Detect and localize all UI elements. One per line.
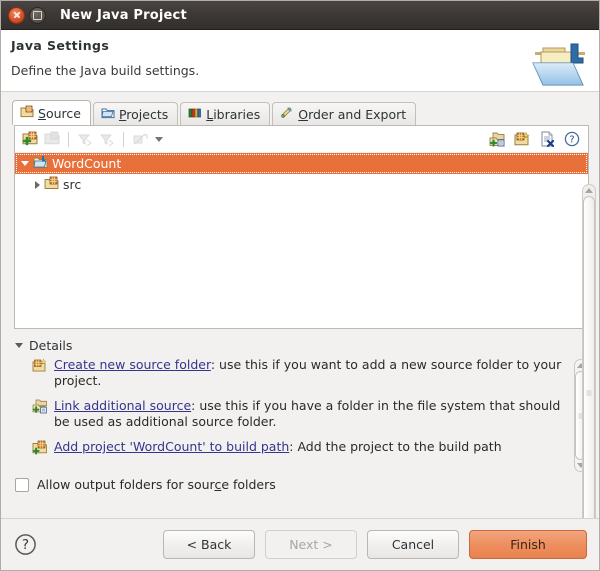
detail-create-new-source-folder: Create new source folder: use this if yo… [14, 357, 589, 389]
tabstrip: Source Projects Libraries Order and Expo… [9, 100, 599, 125]
window-title: New Java Project [60, 7, 187, 23]
tab-libraries-label: Libraries [206, 106, 261, 122]
chevron-down-icon[interactable] [21, 161, 29, 166]
detail-link-additional-source: Link additional source: use this if you … [14, 398, 589, 430]
allow-output-folders-label: Allow output folders for source folders [37, 477, 276, 492]
tab-libraries[interactable]: Libraries [180, 102, 271, 125]
toolbar-help-button[interactable]: ? [562, 129, 582, 149]
detail-text: Create new source folder: use this if yo… [54, 357, 567, 389]
dialog-scrollbar[interactable] [582, 184, 596, 570]
tree-node-src[interactable]: src [15, 174, 588, 195]
projects-icon [101, 106, 115, 122]
source-folder-icon [20, 105, 34, 121]
tab-projects[interactable]: Projects [92, 102, 179, 125]
link-additional-source-link[interactable]: Link additional source [54, 398, 191, 413]
new-java-project-dialog: New Java Project Java Settings Define th… [0, 0, 600, 571]
details-label: Details [29, 338, 73, 353]
add-project-to-build-path-link[interactable]: Add project 'WordCount' to build path [54, 439, 289, 454]
build-path-panel: ? WordCount src [14, 125, 589, 329]
tree-node-label: src [63, 177, 82, 192]
close-icon[interactable] [8, 6, 25, 24]
tab-source[interactable]: Source [12, 100, 91, 125]
tab-order-and-export[interactable]: Order and Export [272, 102, 417, 125]
link-additional-source-icon [32, 399, 48, 415]
add-exclusion-filter-button [97, 129, 117, 149]
maximize-icon[interactable] [29, 6, 46, 24]
finish-button[interactable]: Finish [469, 530, 587, 559]
detail-text: Add project 'WordCount' to build path: A… [54, 439, 502, 456]
detail-description: : Add the project to the build path [289, 439, 502, 454]
toolbar-menu-arrow[interactable] [155, 136, 163, 142]
build-path-tree[interactable]: WordCount src [15, 153, 588, 195]
dialog-body: Source Projects Libraries Order and Expo… [1, 92, 599, 570]
detail-add-project-to-build-path: Add project 'WordCount' to build path: A… [14, 439, 589, 456]
add-inclusion-filter-button [75, 129, 95, 149]
tab-order-and-export-label: Order and Export [298, 106, 407, 122]
tree-node-label: WordCount [52, 156, 122, 171]
toolbar-separator [68, 131, 69, 147]
add-folder-button[interactable] [20, 129, 40, 149]
chevron-down-icon[interactable] [15, 343, 23, 348]
back-button[interactable]: < Back [163, 530, 255, 559]
wizard-header: Java Settings Define the Java build sett… [1, 30, 599, 92]
page-title: Java Settings [11, 38, 110, 53]
scroll-up-icon[interactable] [585, 188, 593, 193]
svg-text:?: ? [21, 537, 28, 553]
edit-folder-button [42, 129, 62, 149]
tab-source-label: Source [38, 105, 81, 121]
chevron-right-icon[interactable] [35, 180, 40, 189]
order-export-icon [280, 106, 294, 122]
detail-text: Link additional source: use this if you … [54, 398, 567, 430]
allow-output-folders-row[interactable]: Allow output folders for source folders [15, 477, 599, 492]
dialog-scrollbar-thumb[interactable] [583, 196, 595, 570]
scrollbar-grip-icon [586, 389, 592, 397]
create-source-folder-icon [32, 358, 48, 374]
svg-text:?: ? [569, 135, 574, 146]
cancel-button[interactable]: Cancel [367, 530, 459, 559]
link-source-button[interactable] [487, 129, 507, 149]
allow-output-folders-checkbox[interactable] [15, 477, 29, 492]
help-icon[interactable]: ? [13, 533, 37, 557]
create-new-source-folder-link[interactable]: Create new source folder [54, 357, 211, 372]
tree-node-wordcount[interactable]: WordCount [15, 153, 588, 174]
libraries-icon [188, 106, 202, 122]
toolbar-separator [123, 131, 124, 147]
window-titlebar: New Java Project [1, 1, 599, 30]
tab-projects-label: Projects [118, 106, 169, 122]
java-project-icon [33, 155, 48, 172]
build-path-toolbar: ? [15, 126, 588, 153]
details-list: Create new source folder: use this if yo… [14, 357, 589, 474]
configure-output-button [130, 129, 150, 149]
page-subtitle: Define the Java build settings. [11, 63, 200, 78]
next-button: Next > [265, 530, 357, 559]
add-project-to-buildpath-icon [32, 440, 48, 456]
remove-entry-button[interactable] [537, 129, 557, 149]
create-source-folder-button[interactable] [512, 129, 532, 149]
dialog-footer: ? < Back Next > Cancel Finish [1, 518, 599, 570]
details-section-header[interactable]: Details [15, 338, 599, 353]
source-folder-icon [44, 176, 59, 193]
java-project-folder-icon [525, 38, 591, 90]
